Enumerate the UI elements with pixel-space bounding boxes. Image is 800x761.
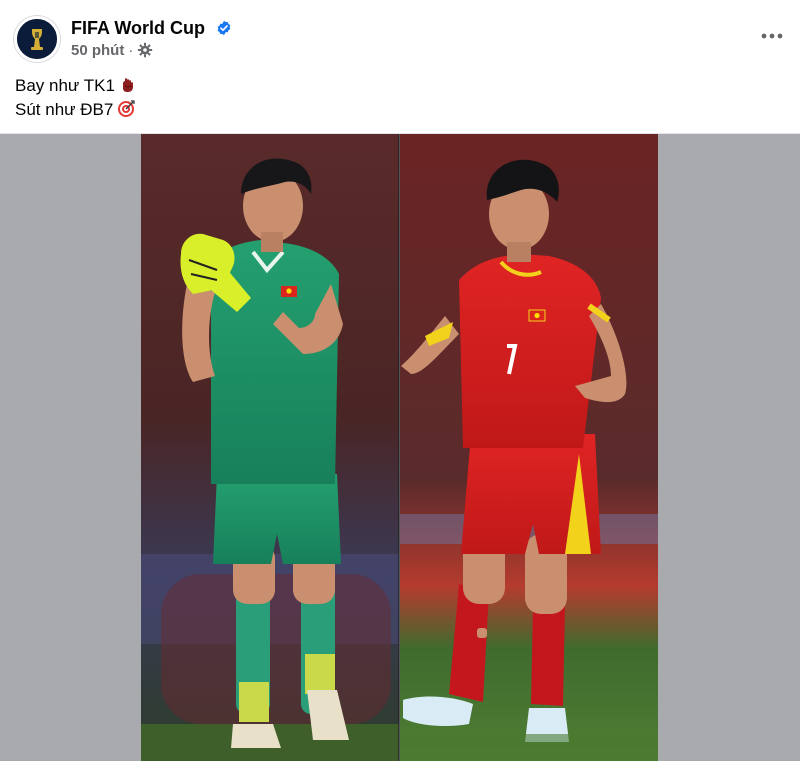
page-name[interactable]: FIFA World Cup <box>71 17 232 39</box>
post-timestamp[interactable]: 50 phút <box>71 42 124 59</box>
post-header: FIFA World Cup 50 phút · <box>0 0 800 64</box>
gear-icon[interactable] <box>137 42 153 58</box>
fifa-trophy-logo-icon <box>17 19 57 59</box>
glove-emoji-icon <box>122 78 133 92</box>
caption-line-2: Sút như ĐB7 <box>15 98 137 122</box>
more-options-button[interactable] <box>758 24 786 48</box>
facebook-post: FIFA World Cup 50 phút · Bay như TK1 Sút… <box>0 0 800 761</box>
caption-line-1-text: Bay như TK1 <box>15 76 115 95</box>
caption-line-1: Bay như TK1 <box>15 74 137 98</box>
caption-line-2-text: Sút như ĐB7 <box>15 100 114 119</box>
post-caption: Bay như TK1 Sút như ĐB7 <box>15 74 137 122</box>
page-avatar[interactable] <box>14 16 60 62</box>
post-photo[interactable] <box>141 134 658 761</box>
page-name-text: FIFA World Cup <box>71 18 205 38</box>
players-photo-illustration <box>141 134 658 761</box>
post-media[interactable] <box>0 133 800 761</box>
more-options-icon <box>761 33 783 39</box>
verified-badge-icon <box>217 20 231 36</box>
meta-separator: · <box>128 42 134 59</box>
post-meta: 50 phút · <box>71 42 153 60</box>
target-emoji-icon <box>118 100 135 117</box>
